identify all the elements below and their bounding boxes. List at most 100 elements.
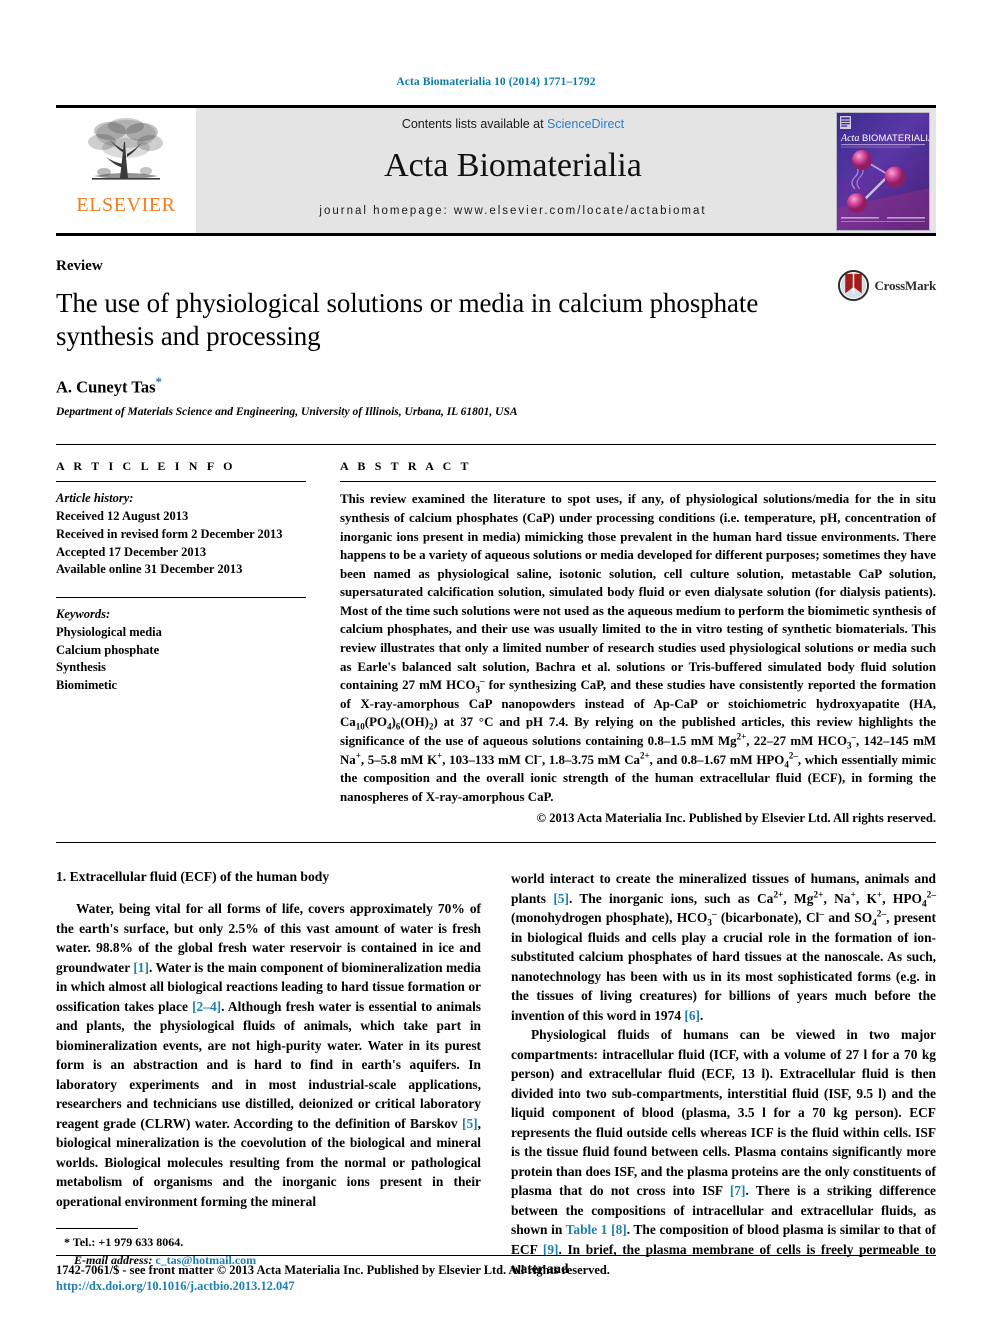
author-list: A. Cuneyt Tas* bbox=[56, 374, 936, 398]
abstract-rule bbox=[340, 481, 936, 483]
abstract-frag: , and 0.8–1.67 mM HPO bbox=[649, 752, 785, 767]
corresponding-author-marker: * bbox=[155, 373, 163, 389]
keyword-item: Calcium phosphate bbox=[56, 642, 160, 657]
article-type: Review bbox=[56, 258, 103, 274]
footer-rule bbox=[56, 1254, 936, 1256]
paragraph: Water, being vital for all forms of life… bbox=[56, 899, 481, 1211]
citation-link[interactable]: [7] bbox=[730, 1183, 746, 1198]
keywords-block: Keywords: Physiological media Calcium ph… bbox=[56, 597, 306, 695]
paragraph: Physiological fluids of humans can be vi… bbox=[511, 1025, 936, 1279]
citation-link[interactable]: [6] bbox=[684, 1008, 700, 1023]
elsevier-logo-block: ELSEVIER bbox=[56, 108, 196, 233]
para-frag: Physiological fluids of humans can be vi… bbox=[511, 1027, 936, 1199]
history-item: Received in revised form 2 December 2013 bbox=[56, 526, 283, 541]
abstract-sub: 3 bbox=[847, 740, 852, 751]
info-abstract-bottom-rule bbox=[56, 842, 936, 844]
citation-link[interactable]: [1] bbox=[133, 960, 149, 975]
running-head: Acta Biomaterialia 10 (2014) 1771–1792 bbox=[396, 76, 596, 88]
citation-link[interactable]: [5] bbox=[553, 891, 569, 906]
para-sub: 4 bbox=[921, 899, 927, 910]
svg-text:Acta: Acta bbox=[840, 133, 859, 144]
abstract-frag: , 5–5.8 mM K bbox=[360, 752, 438, 767]
left-column: 1. Extracellular fluid (ECF) of the huma… bbox=[56, 869, 481, 1269]
keyword-item: Synthesis bbox=[56, 660, 107, 675]
article-info-rule bbox=[56, 481, 306, 483]
sciencedirect-link[interactable]: ScienceDirect bbox=[547, 117, 624, 131]
abstract-text: This review examined the literature to s… bbox=[340, 490, 936, 806]
right-column: world interact to create the mineralized… bbox=[511, 869, 936, 1279]
crossmark-label: CrossMark bbox=[874, 277, 936, 293]
para-frag: , present in biological fluids and cells… bbox=[511, 910, 936, 1023]
abstract-heading: A B S T R A C T bbox=[340, 459, 472, 474]
issn-copyright-line: 1742-7061/$ - see front matter © 2013 Ac… bbox=[56, 1262, 610, 1277]
para-frag: . Although fresh water is essential to a… bbox=[56, 998, 482, 1131]
abstract-frag: , 22–27 mM HCO bbox=[746, 733, 848, 748]
crossmark-badge[interactable]: CrossMark bbox=[838, 270, 936, 301]
para-frag: (monohydrogen phosphate), HCO bbox=[511, 910, 708, 926]
page-title: The use of physiological solutions or me… bbox=[56, 288, 759, 352]
abstract-copyright: © 2013 Acta Materialia Inc. Published by… bbox=[536, 811, 936, 826]
abstract-sup: 2+ bbox=[736, 731, 747, 742]
journal-title: Acta Biomaterialia bbox=[384, 147, 642, 184]
body-columns: 1. Extracellular fluid (ECF) of the huma… bbox=[56, 869, 936, 1279]
article-history-heading: Article history: bbox=[56, 491, 134, 506]
para-frag: , Mg bbox=[783, 890, 814, 906]
svg-text:BIOMATERIALIA: BIOMATERIALIA bbox=[862, 132, 930, 143]
footnote-marker: * bbox=[64, 1235, 70, 1250]
citation-link[interactable]: [2–4] bbox=[192, 999, 221, 1014]
abstract-sup: 2– bbox=[788, 750, 798, 761]
article-info-heading: A R T I C L E I N F O bbox=[56, 459, 236, 474]
info-abstract-section: A R T I C L E I N F O Article history: R… bbox=[56, 444, 936, 826]
para-frag: . The inorganic ions, such as Ca bbox=[568, 890, 774, 906]
para-sub: 3 bbox=[707, 918, 712, 929]
table-reference-link[interactable]: Table 1 [8] bbox=[566, 1222, 627, 1237]
journal-masthead: ELSEVIER Contents lists available at Sci… bbox=[56, 105, 936, 233]
para-frag: (bicarbonate), Cl bbox=[716, 910, 820, 926]
abstract-sup: 2+ bbox=[639, 750, 650, 761]
footnote-tel: * Tel.: +1 979 633 8064. bbox=[56, 1234, 481, 1251]
abstract-frag: , 103–133 mM Cl bbox=[442, 752, 538, 767]
doi-link[interactable]: http://dx.doi.org/10.1016/j.actbio.2013.… bbox=[56, 1278, 936, 1295]
keywords-heading: Keywords: bbox=[56, 607, 111, 622]
abstract-frag: (OH) bbox=[400, 715, 429, 730]
history-item: Accepted 17 December 2013 bbox=[56, 544, 207, 559]
crossmark-icon bbox=[838, 270, 870, 301]
elsevier-wordmark: ELSEVIER bbox=[76, 194, 176, 216]
contents-prefix: Contents lists available at bbox=[401, 117, 548, 131]
abstract-frag: (PO bbox=[364, 715, 387, 730]
author-name: A. Cuneyt Tas bbox=[56, 377, 156, 397]
para-sup: 2+ bbox=[773, 890, 784, 901]
article-page: Acta Biomaterialia 10 (2014) 1771–1792 E… bbox=[0, 0, 992, 1323]
para-frag: , Na bbox=[823, 890, 851, 906]
abstract-sub: 3 bbox=[475, 684, 481, 695]
para-sup: 2+ bbox=[813, 890, 824, 901]
contents-available-line: Contents lists available at ScienceDirec… bbox=[402, 117, 624, 131]
para-frag: . bbox=[699, 1007, 704, 1023]
elsevier-tree-icon bbox=[88, 118, 163, 180]
citation-link[interactable]: [5] bbox=[462, 1116, 478, 1131]
para-sup: 2– bbox=[926, 890, 937, 901]
abstract-frag: This review examined the literature to s… bbox=[340, 492, 936, 693]
journal-cover-block: Acta BIOMATERIALIA bbox=[830, 108, 936, 233]
abstract-frag: , 1.8–3.75 mM Ca bbox=[541, 752, 640, 767]
para-frag: , HPO bbox=[882, 890, 922, 906]
history-item: Available online 31 December 2013 bbox=[56, 562, 243, 577]
section-heading-1: 1. Extracellular fluid (ECF) of the huma… bbox=[56, 869, 330, 885]
affiliation: Department of Materials Science and Engi… bbox=[56, 406, 518, 419]
journal-homepage-link[interactable]: journal homepage: www.elsevier.com/locat… bbox=[319, 205, 706, 217]
para-sup: 2– bbox=[876, 909, 887, 920]
abstract-sub: 10 bbox=[355, 721, 365, 732]
journal-cover-thumbnail: Acta BIOMATERIALIA bbox=[836, 112, 930, 231]
para-frag: , K bbox=[855, 890, 877, 906]
journal-band: Contents lists available at ScienceDirec… bbox=[196, 108, 830, 233]
article-info-column: A R T I C L E I N F O Article history: R… bbox=[56, 459, 306, 826]
para-frag: and SO bbox=[824, 910, 873, 926]
para-sub: 4 bbox=[872, 918, 877, 929]
footnote-rule bbox=[56, 1228, 138, 1230]
abstract-column: A B S T R A C T This review examined the… bbox=[340, 459, 936, 826]
footnote-tel-text: Tel.: +1 979 633 8064. bbox=[72, 1235, 184, 1250]
paragraph: world interact to create the mineralized… bbox=[511, 869, 936, 1025]
page-footer: 1742-7061/$ - see front matter © 2013 Ac… bbox=[56, 1254, 936, 1295]
keyword-item: Physiological media bbox=[56, 624, 162, 639]
history-item: Received 12 August 2013 bbox=[56, 509, 189, 524]
